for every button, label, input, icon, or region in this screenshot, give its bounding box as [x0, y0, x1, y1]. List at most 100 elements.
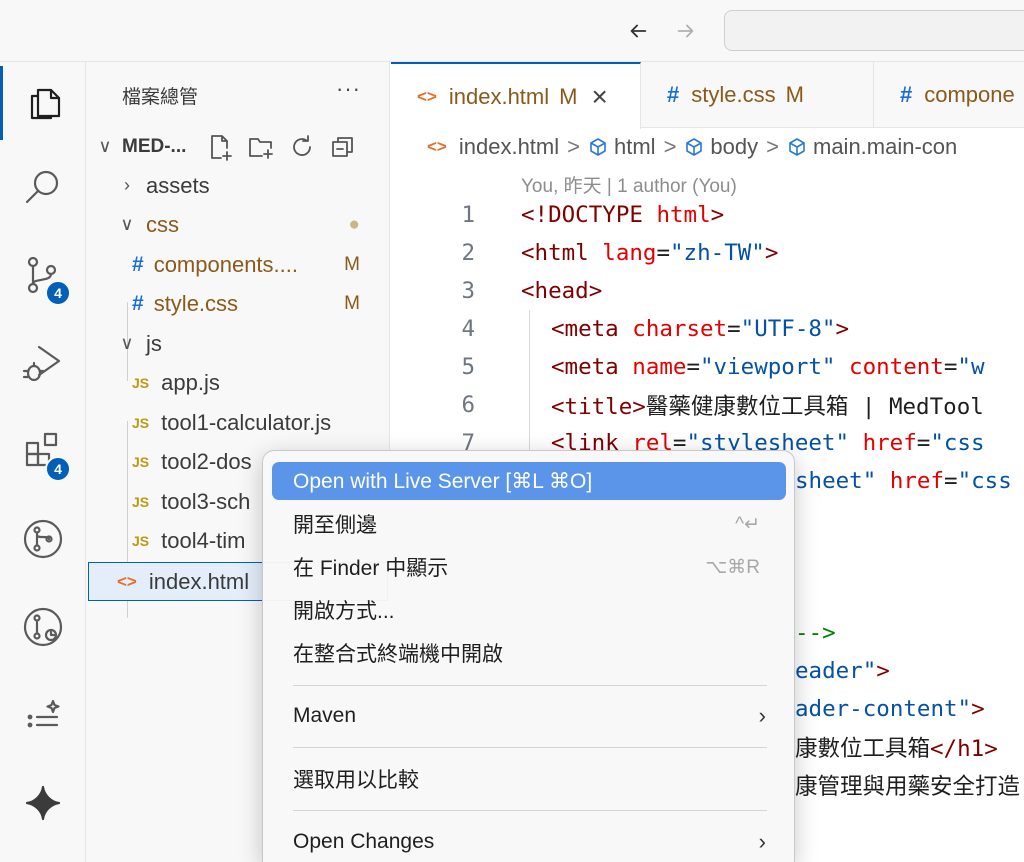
source-control-button[interactable]: 4 — [0, 238, 86, 312]
tree-item-style-css[interactable]: # style.css M — [86, 284, 390, 323]
code-token: > — [764, 240, 779, 266]
js-file-icon: JS — [132, 414, 150, 431]
git-graph-button[interactable] — [0, 502, 86, 576]
code-token: lang — [602, 240, 657, 266]
tree-item-js[interactable]: ∨ js — [86, 324, 390, 363]
breadcrumb: <> index.html > html > body > main.main-… — [391, 128, 1024, 166]
explorer-button[interactable] — [0, 66, 86, 140]
html-file-icon: <> — [417, 86, 437, 106]
code-token: </h1> — [930, 736, 998, 762]
line-number: 6 — [461, 392, 475, 418]
run-debug-button[interactable] — [0, 326, 86, 400]
code-token: <meta — [551, 316, 633, 342]
command-center-search[interactable] — [724, 10, 1024, 51]
sparkle-icon — [25, 785, 61, 821]
close-icon[interactable]: × — [591, 81, 607, 113]
code-line-fragment: 康數位工具箱</h1> — [795, 728, 1024, 766]
tab-style-css[interactable]: # style.css M — [641, 62, 874, 128]
code-line-fragment: sheet" href="css — [795, 462, 1024, 500]
more-actions-button[interactable]: ··· — [336, 76, 361, 102]
tree-item-label: tool4-tim — [161, 527, 246, 553]
run-debug-icon — [22, 345, 61, 382]
menu-item-select-for-compare[interactable]: 選取用以比較 — [272, 760, 786, 798]
css-file-icon: # — [667, 82, 680, 107]
code-line-fragment: --> — [795, 614, 1024, 652]
menu-item-open-in-terminal[interactable]: 在整合式終端機中開啟 — [272, 634, 786, 672]
menu-item-reveal-in-finder[interactable]: 在 Finder 中顯示 ⌥⌘R — [272, 548, 786, 586]
menu-shortcut: ^↵ — [735, 513, 760, 535]
code-line: 2 <html lang="zh-TW"> — [391, 234, 1024, 272]
tree-item-css[interactable]: ∨ css ● — [86, 205, 390, 244]
code-token: "w — [957, 354, 985, 380]
remote-explorer-button[interactable] — [0, 590, 86, 664]
code-token: > — [710, 202, 725, 228]
task-list-button[interactable] — [0, 678, 86, 752]
menu-separator — [293, 747, 767, 748]
extensions-button[interactable]: 4 — [0, 414, 86, 488]
breadcrumb-separator: > — [766, 134, 779, 159]
refresh-icon[interactable] — [288, 133, 316, 161]
code-token: "viewport" — [700, 354, 836, 380]
line-number: 2 — [461, 240, 475, 266]
line-number: 1 — [461, 202, 475, 228]
new-folder-icon[interactable] — [247, 133, 275, 161]
js-file-icon: JS — [132, 453, 150, 470]
tree-item-components-css[interactable]: # components.... M — [86, 245, 390, 284]
line-number: 3 — [461, 278, 475, 304]
tree-item-label: tool2-dos — [161, 448, 252, 474]
search-button[interactable] — [0, 150, 86, 224]
code-token: "zh-TW" — [670, 240, 765, 266]
css-file-icon: # — [132, 252, 144, 276]
breadcrumb-item[interactable]: main.main-con — [813, 134, 957, 160]
collapse-all-icon[interactable] — [329, 133, 357, 161]
code-line-fragment: ader-content"> — [795, 690, 1024, 728]
menu-item-open-to-side[interactable]: 開至側邊 ^↵ — [272, 505, 786, 543]
code-token: <title> — [551, 394, 646, 420]
menu-item-label: 開啟方式... — [293, 600, 395, 623]
code-token: = — [727, 316, 741, 342]
chevron-down-icon: ∨ — [120, 333, 134, 353]
chevron-right-icon: › — [758, 829, 766, 854]
menu-item-open-changes[interactable]: Open Changes › — [272, 823, 786, 861]
menu-item-open-live-server[interactable]: Open with Live Server [⌘L ⌘O] — [272, 462, 786, 500]
tree-item-label: index.html — [148, 568, 250, 594]
tree-item-label: css — [146, 211, 179, 237]
menu-item-label: 開至側邊 — [293, 514, 377, 537]
tree-item-assets[interactable]: › assets — [86, 166, 390, 205]
menu-item-open-with[interactable]: 開啟方式... — [272, 591, 786, 629]
css-file-icon: # — [132, 291, 144, 315]
css-file-icon: # — [900, 82, 913, 107]
arrow-left-icon — [630, 24, 647, 38]
code-token: 康管理與用藥安全打造 — [795, 774, 1021, 800]
breadcrumb-item[interactable]: body — [710, 134, 758, 160]
tree-item-tool1[interactable]: JS tool1-calculator.js — [86, 403, 390, 442]
scm-badge: 4 — [45, 280, 71, 306]
code-line-fragment: eader"> — [795, 652, 1024, 690]
files-icon — [30, 88, 60, 120]
remote-explorer-icon — [23, 607, 63, 647]
copilot-button[interactable] — [0, 766, 86, 840]
breadcrumb-item[interactable]: html — [614, 134, 656, 160]
tree-item-app-js[interactable]: JS app.js — [86, 363, 390, 402]
code-token: <html — [521, 240, 603, 266]
cube-icon — [789, 138, 805, 156]
code-token: ader-content" — [795, 696, 972, 722]
back-button[interactable] — [624, 15, 652, 47]
code-line: 1 <!DOCTYPE html> — [391, 196, 1024, 234]
js-file-icon: JS — [132, 374, 150, 391]
tree-item-label: js — [146, 330, 162, 356]
codelens-blame[interactable]: You, 昨天 | 1 author (You) — [521, 171, 737, 198]
code-token: charset — [632, 316, 728, 342]
menu-item-maven[interactable]: Maven › — [272, 697, 786, 735]
new-file-icon[interactable] — [206, 133, 234, 161]
arrow-right-icon — [677, 24, 694, 38]
workspace-root[interactable]: ∨ MED-... — [86, 127, 390, 166]
forward-button[interactable] — [672, 15, 700, 47]
code-token: 康數位工具箱 — [795, 736, 931, 762]
modified-status: M — [344, 292, 360, 314]
code-token: <meta — [551, 354, 633, 380]
code-token: = — [916, 430, 931, 456]
breadcrumb-file[interactable]: index.html — [459, 134, 559, 160]
tab-components-css[interactable]: # compone — [874, 62, 1024, 128]
tab-index-html[interactable]: <> index.html M × — [391, 62, 641, 129]
